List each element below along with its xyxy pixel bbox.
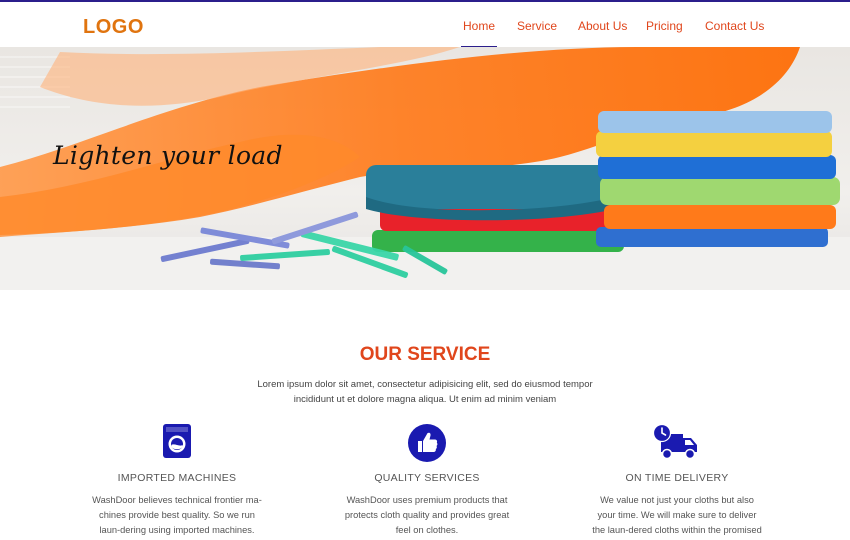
hero-tagline: Lighten your load [53, 141, 283, 170]
feature-text: WashDoor uses premium products that prot… [344, 495, 510, 535]
nav-contact-us[interactable]: Contact Us [705, 19, 764, 33]
site-header: LOGO Home Service About Us Pricing Conta… [0, 2, 850, 48]
feature-title: ON TIME DELIVERY [625, 472, 729, 484]
nav-pricing[interactable]: Pricing [646, 19, 683, 33]
delivery-truck-icon [653, 424, 697, 460]
section-title: OUR SERVICE [359, 344, 491, 365]
feature-text: WashDoor believes technical frontier ma-… [92, 495, 262, 535]
feature-text: We value not just your cloths but also y… [592, 495, 762, 535]
main-nav: Home Service About Us Pricing Contact Us [0, 19, 850, 48]
hero-banner: Lighten your load [0, 47, 850, 290]
section-description: Lorem ipsum dolor sit amet, consectetur … [257, 379, 593, 405]
nav-home[interactable]: Home [463, 19, 495, 33]
nav-about-us[interactable]: About Us [578, 19, 627, 33]
thumbs-up-icon [408, 424, 446, 462]
feature-title: QUALITY SERVICES [374, 472, 480, 484]
washing-machine-icon [163, 424, 191, 458]
feature-title: IMPORTED MACHINES [117, 472, 237, 484]
nav-service[interactable]: Service [517, 19, 557, 33]
